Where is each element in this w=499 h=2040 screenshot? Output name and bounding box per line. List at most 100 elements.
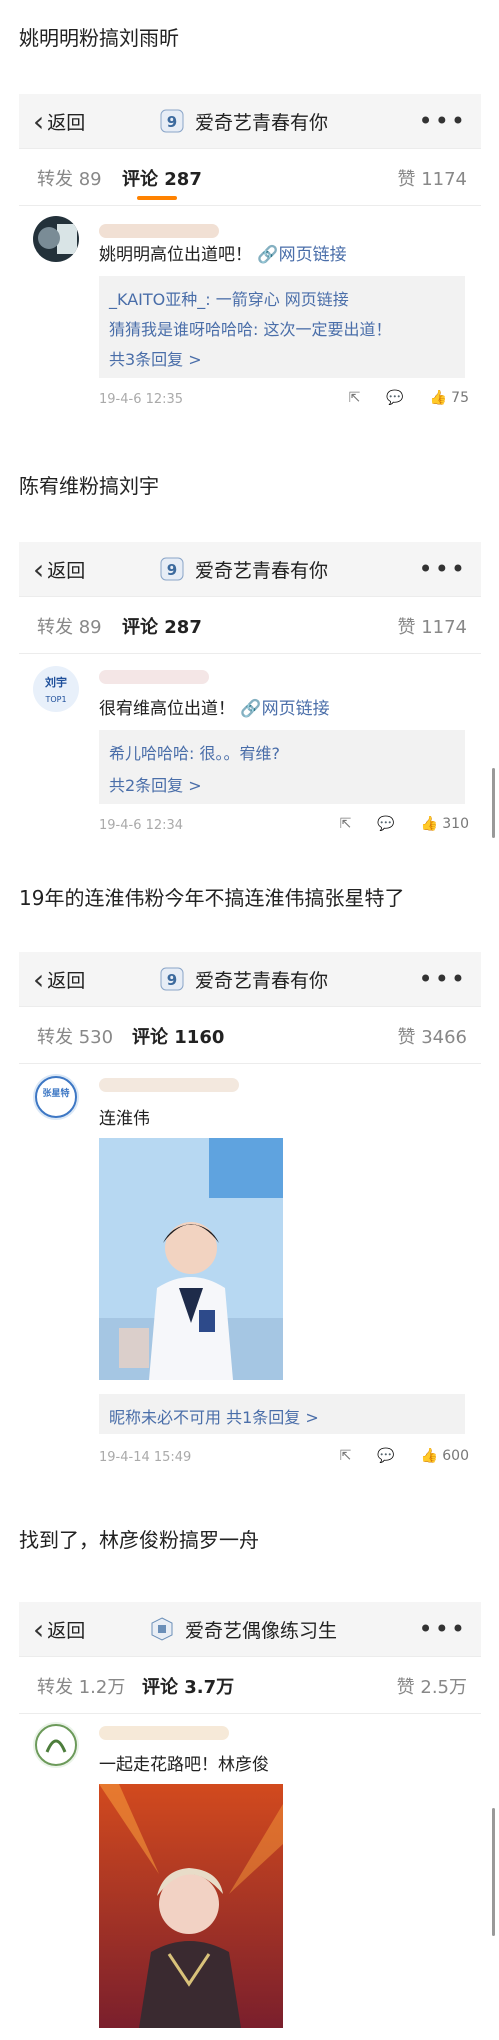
like-count: 75 [451, 390, 469, 406]
tab-likes[interactable]: 赞 2.5万 [397, 1673, 467, 1699]
post-card: ‹ 返回 爱奇艺偶像练习生 ••• 转发 1.2万 评论 3.7万 赞 2.5万 … [19, 1602, 481, 2034]
chevron-left-icon: ‹ [33, 552, 45, 586]
back-label: 返回 [47, 111, 86, 134]
iqiyi-logo-icon: 9 [159, 108, 185, 134]
more-replies-link[interactable]: 共3条回复 > [109, 346, 202, 370]
tab-repost[interactable]: 转发 530 [37, 1023, 113, 1049]
username-blurred[interactable] [99, 1078, 239, 1092]
more-replies-link[interactable]: 共2条回复 > [109, 772, 202, 796]
reply-icon[interactable]: 💬 [377, 816, 394, 832]
more-icon[interactable]: ••• [419, 1602, 467, 1656]
post-card: ‹ 返回 9 爱奇艺青春有你 ••• 转发 89 评论 287 赞 1174 姚明… [19, 94, 481, 407]
reply-icon[interactable]: 💬 [377, 1448, 394, 1464]
web-link[interactable]: 🔗网页链接 [257, 245, 346, 265]
tab-bar: 转发 1.2万 评论 3.7万 赞 2.5万 [19, 1657, 481, 1714]
nav-title[interactable]: 9 爱奇艺青春有你 [159, 952, 328, 1006]
comment-text: 连淮伟 [99, 1109, 150, 1129]
tab-comments[interactable]: 评论 1160 [132, 1023, 224, 1049]
tab-bar: 转发 89 评论 287 赞 1174 [19, 597, 481, 654]
reply-2[interactable]: 猜猜我是谁呀哈哈哈: 这次一定要出道！ [109, 316, 391, 340]
tab-comments[interactable]: 评论 3.7万 [142, 1673, 234, 1699]
tab-comments[interactable]: 评论 287 [122, 613, 202, 639]
avatar[interactable]: 张星特 [33, 1074, 79, 1120]
more-icon[interactable]: ••• [419, 94, 467, 148]
username-blurred[interactable] [99, 670, 209, 684]
more-icon[interactable]: ••• [419, 952, 467, 1006]
section-heading: 陈宥维粉搞刘宇 [19, 474, 159, 498]
reply-box[interactable]: 昵称未必不可用 共1条回复 > [99, 1394, 465, 1434]
avatar-sub: TOP1 [44, 695, 66, 704]
username-blurred[interactable] [99, 224, 219, 238]
reply-1[interactable]: 希儿哈哈哈: 很。。宥维? [109, 740, 280, 764]
scrollbar[interactable] [492, 1808, 495, 1936]
back-button[interactable]: ‹ 返回 [33, 1602, 85, 1656]
scrollbar[interactable] [492, 768, 495, 838]
back-label: 返回 [47, 559, 86, 582]
back-button[interactable]: ‹ 返回 [33, 542, 85, 596]
username-blurred[interactable] [99, 1726, 229, 1740]
back-button[interactable]: ‹ 返回 [33, 94, 85, 148]
comment-text: 很宥维高位出道！ 🔗网页链接 [99, 699, 330, 719]
timestamp: 19-4-6 12:35 [99, 392, 184, 407]
like-button[interactable]: 👍 600 [421, 1448, 469, 1464]
comment-actions: ⇱ 💬 👍 75 [323, 390, 469, 406]
comment-item: 刘宇 TOP1 很宥维高位出道！ 🔗网页链接 希儿哈哈哈: 很。。宥维? 共2条回… [19, 654, 481, 884]
reply-summary[interactable]: 昵称未必不可用 共1条回复 > [109, 1404, 319, 1428]
avatar-text: 刘宇 [45, 675, 67, 689]
active-tab-indicator [137, 196, 177, 200]
chevron-left-icon: ‹ [33, 962, 45, 996]
nav-title-text: 爱奇艺青春有你 [195, 969, 329, 992]
chevron-left-icon: ‹ [33, 104, 45, 138]
svg-text:9: 9 [167, 561, 177, 579]
thumbs-up-icon: 👍 [420, 816, 439, 832]
thumbs-up-icon: 👍 [429, 390, 448, 406]
tab-likes[interactable]: 赞 3466 [397, 1023, 467, 1049]
comment-actions: ⇱ 💬 👍 310 [314, 816, 469, 832]
tab-repost[interactable]: 转发 89 [37, 165, 102, 191]
timestamp: 19-4-6 12:34 [99, 818, 184, 833]
like-button[interactable]: 👍 310 [421, 816, 469, 832]
idol-logo-icon [149, 1616, 175, 1642]
reply-box[interactable]: _KAITO亚种_: 一箭穿心 网页链接 猜猜我是谁呀哈哈哈: 这次一定要出道！… [99, 276, 465, 378]
svg-text:9: 9 [167, 113, 177, 131]
avatar-text: 张星特 [42, 1087, 69, 1099]
thumbs-up-icon: 👍 [420, 1448, 439, 1464]
nav-title[interactable]: 爱奇艺偶像练习生 [149, 1602, 337, 1656]
share-icon[interactable]: ⇱ [349, 390, 361, 406]
share-icon[interactable]: ⇱ [340, 816, 352, 832]
comment-item: 张星特 连淮伟 昵称未必不可用 共1条回复 > 19-4-14 15:49 ⇱ … [19, 1064, 481, 1504]
tab-likes[interactable]: 赞 1174 [397, 613, 467, 639]
share-icon[interactable]: ⇱ [340, 1448, 352, 1464]
more-icon[interactable]: ••• [419, 542, 467, 596]
section-heading: 找到了，林彦俊粉搞罗一舟 [19, 1528, 259, 1552]
reply-box[interactable]: 希儿哈哈哈: 很。。宥维? 共2条回复 > [99, 730, 465, 804]
nav-title-text: 爱奇艺青春有你 [195, 559, 329, 582]
tab-comments[interactable]: 评论 287 [122, 165, 202, 191]
section-heading: 姚明明粉搞刘雨昕 [19, 26, 179, 50]
back-label: 返回 [47, 969, 86, 992]
like-button[interactable]: 👍 75 [430, 390, 469, 406]
avatar[interactable]: 刘宇 TOP1 [33, 666, 79, 712]
tab-repost[interactable]: 转发 1.2万 [37, 1673, 125, 1699]
web-link[interactable]: 🔗网页链接 [240, 699, 329, 719]
nav-title-text: 爱奇艺偶像练习生 [185, 1619, 338, 1642]
tab-bar: 转发 89 评论 287 赞 1174 [19, 149, 481, 206]
tab-likes[interactable]: 赞 1174 [397, 165, 467, 191]
comment-photo[interactable] [99, 1784, 283, 2028]
post-card: ‹ 返回 9 爱奇艺青春有你 ••• 转发 530 评论 1160 赞 3466 … [19, 952, 481, 1504]
nav-title[interactable]: 9 爱奇艺青春有你 [159, 542, 328, 596]
reply-icon[interactable]: 💬 [386, 390, 403, 406]
comment-item: 姚明明高位出道吧！ 🔗网页链接 _KAITO亚种_: 一箭穿心 网页链接 猜猜我… [19, 206, 481, 407]
nav-title[interactable]: 9 爱奇艺青春有你 [159, 94, 328, 148]
back-label: 返回 [47, 1619, 86, 1642]
comment-photo[interactable] [99, 1138, 283, 1380]
reply-1[interactable]: _KAITO亚种_: 一箭穿心 网页链接 [109, 286, 349, 310]
back-button[interactable]: ‹ 返回 [33, 952, 85, 1006]
nav-bar: ‹ 返回 爱奇艺偶像练习生 ••• [19, 1602, 481, 1657]
avatar[interactable] [33, 216, 79, 262]
avatar[interactable] [33, 1722, 79, 1768]
comment-text: 一起走花路吧！林彦俊 [99, 1755, 269, 1775]
nav-title-text: 爱奇艺青春有你 [195, 111, 329, 134]
tab-repost[interactable]: 转发 89 [37, 613, 102, 639]
nav-bar: ‹ 返回 9 爱奇艺青春有你 ••• [19, 952, 481, 1007]
